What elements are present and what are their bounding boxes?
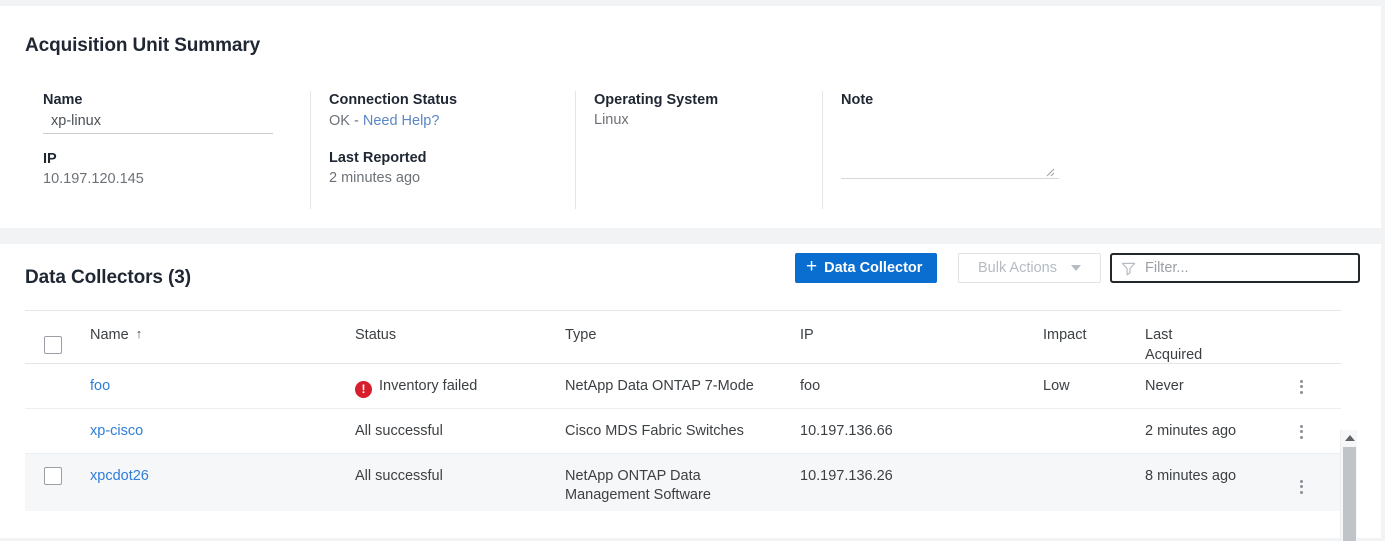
collector-last-acquired: 2 minutes ago xyxy=(1145,422,1236,441)
last-reported-value: 2 minutes ago xyxy=(329,168,565,188)
column-header-impact[interactable]: Impact xyxy=(1043,325,1087,345)
table-vertical-scrollbar[interactable] xyxy=(1340,430,1357,541)
operating-system-value: Linux xyxy=(594,110,812,130)
filter-input[interactable] xyxy=(1136,260,1358,276)
chevron-down-icon xyxy=(1071,265,1081,271)
error-icon: ! xyxy=(355,381,372,398)
collector-impact: Low xyxy=(1043,377,1070,396)
column-header-status[interactable]: Status xyxy=(355,325,396,345)
collector-name-link[interactable]: foo xyxy=(90,377,110,396)
collector-type: NetApp Data ONTAP 7-Mode xyxy=(565,377,754,396)
summary-fields-row: Name IP 10.197.120.145 Connection Status… xyxy=(25,91,1361,209)
note-label: Note xyxy=(841,91,1112,110)
collector-type: Cisco MDS Fabric Switches xyxy=(565,422,744,441)
collector-status: All successful xyxy=(355,467,443,486)
page-title: Acquisition Unit Summary xyxy=(25,35,260,57)
column-header-name[interactable]: Name↑ xyxy=(90,325,142,345)
collector-name-link[interactable]: xp-cisco xyxy=(90,422,143,441)
funnel-icon xyxy=(1121,261,1136,276)
connection-status-label: Connection Status xyxy=(329,91,565,110)
collector-name-link[interactable]: xpcdot26 xyxy=(90,467,149,486)
row-actions-menu-icon[interactable] xyxy=(1290,377,1312,396)
summary-column-note: Note xyxy=(822,91,1122,209)
row-actions-menu-icon[interactable] xyxy=(1290,422,1312,441)
summary-column-connection: Connection Status OK - Need Help? Last R… xyxy=(310,91,575,209)
table-row[interactable]: foo ! Inventory failed NetApp Data ONTAP … xyxy=(25,364,1341,409)
note-textarea[interactable] xyxy=(841,119,1059,179)
select-all-checkbox[interactable] xyxy=(44,336,62,354)
need-help-link[interactable]: Need Help? xyxy=(363,113,440,129)
data-collectors-table: Name↑ Status Type IP Impact LastAcquired… xyxy=(25,310,1341,511)
sort-ascending-icon: ↑ xyxy=(136,324,143,344)
summary-column-name: Name IP 10.197.120.145 xyxy=(25,91,310,209)
scroll-up-arrow-icon[interactable] xyxy=(1341,430,1358,445)
collector-ip: 10.197.136.26 xyxy=(800,467,893,486)
last-reported-label: Last Reported xyxy=(329,149,565,168)
ip-label: IP xyxy=(43,150,300,169)
data-collectors-title: Data Collectors (3) xyxy=(25,267,191,289)
table-header-row: Name↑ Status Type IP Impact LastAcquired xyxy=(25,310,1341,364)
acquisition-unit-summary-card: Acquisition Unit Summary Name IP 10.197.… xyxy=(0,6,1381,228)
column-header-last-acquired[interactable]: LastAcquired xyxy=(1145,325,1202,365)
ip-value: 10.197.120.145 xyxy=(43,169,300,189)
collector-status-text: Inventory failed xyxy=(379,378,477,394)
column-header-ip[interactable]: IP xyxy=(800,325,814,345)
collector-status: All successful xyxy=(355,422,443,441)
scrollbar-thumb[interactable] xyxy=(1343,447,1356,541)
name-label: Name xyxy=(43,91,300,110)
operating-system-label: Operating System xyxy=(594,91,812,110)
table-row[interactable]: xpcdot26 All successful NetApp ONTAP Dat… xyxy=(25,454,1341,511)
add-data-collector-button[interactable]: + Data Collector xyxy=(795,253,937,283)
bulk-actions-label: Bulk Actions xyxy=(978,260,1057,276)
bulk-actions-button[interactable]: Bulk Actions xyxy=(958,253,1101,283)
filter-field[interactable] xyxy=(1110,253,1360,283)
row-select-checkbox[interactable] xyxy=(44,467,62,485)
connection-status-value: OK - Need Help? xyxy=(329,111,565,131)
page-root: Acquisition Unit Summary Name IP 10.197.… xyxy=(0,0,1385,541)
column-header-type[interactable]: Type xyxy=(565,325,596,345)
summary-column-os: Operating System Linux xyxy=(575,91,822,209)
collector-status: ! Inventory failed xyxy=(355,377,477,398)
data-collectors-card: Data Collectors (3) + Data Collector Bul… xyxy=(0,244,1381,538)
add-data-collector-label: Data Collector xyxy=(824,260,922,276)
row-actions-menu-icon[interactable] xyxy=(1290,477,1312,496)
collector-ip: foo xyxy=(800,377,820,396)
table-row[interactable]: xp-cisco All successful Cisco MDS Fabric… xyxy=(25,409,1341,454)
connection-status-text: OK - xyxy=(329,113,363,129)
name-input[interactable] xyxy=(43,112,273,134)
collector-type: NetApp ONTAP DataManagement Software xyxy=(565,467,711,505)
collector-last-acquired: 8 minutes ago xyxy=(1145,467,1236,486)
collector-last-acquired: Never xyxy=(1145,377,1184,396)
collector-ip: 10.197.136.66 xyxy=(800,422,893,441)
